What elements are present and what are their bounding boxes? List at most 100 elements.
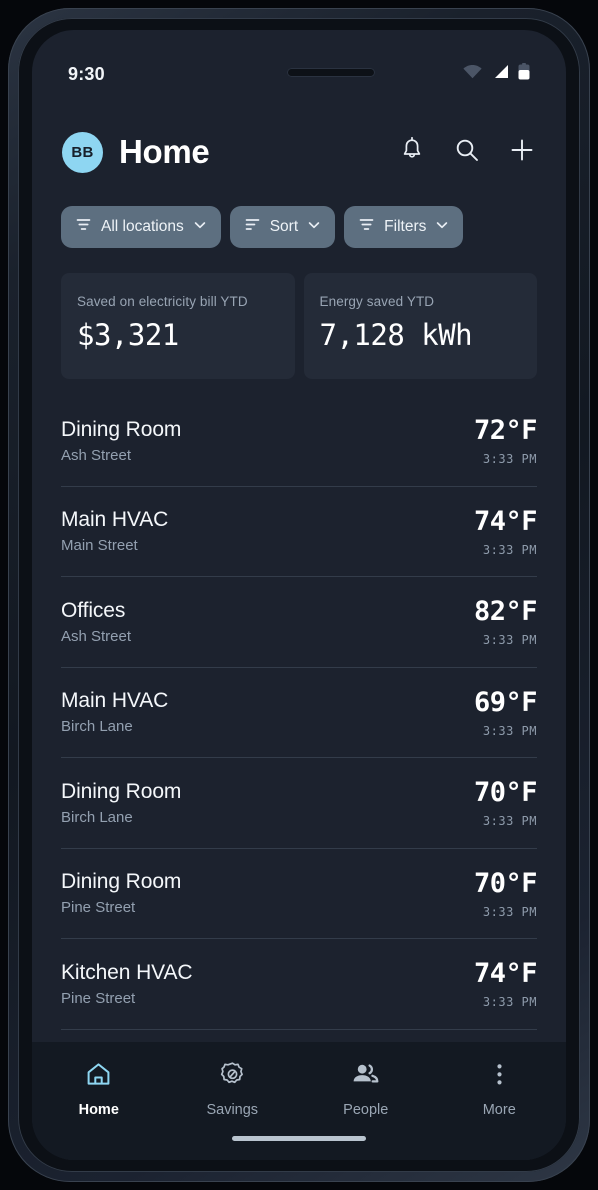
list-item-temperature: 74°F	[473, 958, 538, 990]
search-button[interactable]	[453, 138, 481, 166]
list-item-temperature: 69°F	[473, 686, 538, 718]
list-item[interactable]: Main HVAC Main Street 74°F 3:33 PM	[61, 487, 538, 577]
list-item-main: Offices Ash Street	[61, 599, 462, 645]
app-bar: BB Home	[32, 110, 566, 194]
list-item-temperature: 82°F	[473, 596, 538, 628]
avatar[interactable]: BB	[62, 131, 103, 173]
list-item-side: 69°F 3:33 PM	[462, 686, 538, 738]
notifications-icon	[400, 136, 424, 168]
list-item-temperature: 74°F	[473, 505, 538, 537]
list-item-title: Dining Room	[61, 417, 182, 441]
list-item-temperature: 70°F	[473, 777, 538, 809]
nav-item-savings-label: Savings	[206, 1102, 259, 1118]
more-vert-icon	[486, 1061, 513, 1093]
screenshot-root: 9:30 BB Home All locations Sort Filters …	[0, 0, 598, 1190]
list-item-temperature: 70°F	[473, 867, 538, 899]
list-item-location: Birch Lane	[61, 808, 133, 826]
chevron-down-icon	[435, 218, 449, 237]
stat-card-label: Saved on electricity bill YTD	[77, 294, 248, 309]
chevron-down-icon	[307, 218, 321, 237]
stat-card-row: Saved on electricity bill YTD $3,321 Ene…	[32, 273, 566, 379]
list-item[interactable]: Dining Room Birch Lane 70°F 3:33 PM	[61, 758, 538, 849]
list-item-main: Dining Room Pine Street	[61, 870, 462, 916]
chip-filters-label: Filters	[384, 218, 427, 235]
nav-item-more[interactable]: More	[433, 1061, 567, 1118]
list-item-timestamp: 3:33 PM	[482, 542, 537, 557]
sort-icon	[244, 216, 261, 238]
nav-item-home[interactable]: Home	[32, 1061, 166, 1118]
add-icon	[509, 137, 535, 168]
list-item-title: Dining Room	[61, 870, 182, 894]
nav-item-people[interactable]: People	[299, 1061, 433, 1118]
stat-card-value: 7,128 kWh	[319, 318, 473, 352]
list-item[interactable]: Main HVAC Birch Lane 69°F 3:33 PM	[61, 668, 538, 758]
stat-card-energy[interactable]: Energy saved YTD 7,128 kWh	[303, 273, 537, 379]
list-item-title: Main HVAC	[61, 508, 169, 532]
list-item-main: Main HVAC Birch Lane	[61, 689, 462, 735]
page-title: Home	[119, 133, 210, 170]
status-bar-time: 9:30	[68, 63, 105, 84]
list-item-timestamp: 3:33 PM	[482, 995, 537, 1010]
list-item-title: Kitchen HVAC	[61, 960, 193, 984]
people-icon	[351, 1061, 380, 1093]
add-button[interactable]	[508, 138, 536, 166]
stat-card-savings[interactable]: Saved on electricity bill YTD $3,321	[61, 273, 295, 379]
chip-sort-label: Sort	[269, 218, 299, 235]
eco-badge-icon	[219, 1061, 246, 1093]
app-bar-actions	[398, 136, 536, 168]
list-item-location: Birch Lane	[61, 718, 133, 736]
notifications-button[interactable]	[398, 136, 426, 168]
list-item-temperature: 72°F	[473, 415, 538, 447]
chip-all-locations[interactable]: All locations	[61, 206, 221, 248]
nav-item-savings[interactable]: Savings	[166, 1061, 300, 1118]
filter-icon	[75, 216, 92, 238]
list-item-side: 70°F 3:33 PM	[462, 777, 538, 829]
stat-card-label: Energy saved YTD	[319, 294, 435, 309]
list-item-location: Main Street	[61, 537, 138, 555]
bottom-navigation: Home Savings People More	[32, 1042, 566, 1160]
phone-screen: 9:30 BB Home All locations Sort Filters …	[32, 30, 566, 1160]
chip-filters[interactable]: Filters	[344, 206, 464, 248]
chevron-down-icon	[193, 218, 207, 237]
list-item-main: Main HVAC Main Street	[61, 508, 462, 554]
status-bar-icons	[463, 63, 530, 85]
list-item-location: Pine Street	[61, 899, 136, 917]
search-icon	[454, 137, 480, 168]
list-item[interactable]: Dining Room Ash Street 72°F 3:33 PM	[61, 396, 538, 487]
list-item[interactable]: Kitchen HVAC Pine Street 74°F 3:33 PM	[61, 939, 538, 1030]
list-item-side: 70°F 3:33 PM	[462, 867, 538, 919]
list-item-title: Main HVAC	[61, 689, 169, 713]
cellular-signal-icon	[491, 64, 509, 84]
list-item[interactable]: Offices Ash Street 82°F 3:33 PM	[61, 577, 538, 668]
chip-sort[interactable]: Sort	[229, 206, 336, 248]
list-item-side: 72°F 3:33 PM	[462, 415, 538, 467]
list-item[interactable]: Dining Room Pine Street 70°F 3:33 PM	[61, 849, 538, 939]
filter-chip-row: All locations Sort Filters	[32, 206, 566, 248]
stat-card-value: $3,321	[77, 318, 179, 352]
list-item-timestamp: 3:33 PM	[482, 452, 537, 467]
home-indicator[interactable]	[232, 1136, 366, 1141]
list-item-location: Ash Street	[61, 627, 132, 645]
list-item-title: Dining Room	[61, 779, 182, 803]
list-item-title: Offices	[61, 598, 126, 622]
chip-all-locations-label: All locations	[101, 218, 184, 235]
status-bar: 9:30	[32, 54, 566, 94]
list-item-timestamp: 3:33 PM	[482, 633, 537, 648]
home-icon	[85, 1061, 112, 1093]
list-item-location: Ash Street	[61, 446, 132, 464]
list-item-location: Pine Street	[61, 989, 136, 1007]
nav-item-people-label: People	[343, 1102, 389, 1118]
list-item-side: 74°F 3:33 PM	[462, 958, 538, 1010]
list-item-side: 82°F 3:33 PM	[462, 596, 538, 648]
battery-icon	[518, 63, 530, 85]
nav-item-more-label: More	[482, 1102, 516, 1118]
list-item-side: 74°F 3:33 PM	[462, 505, 538, 557]
wifi-icon	[463, 64, 482, 84]
nav-item-home-label: Home	[78, 1102, 119, 1118]
filter-icon	[358, 216, 375, 238]
list-item-timestamp: 3:33 PM	[482, 904, 537, 919]
list-item-timestamp: 3:33 PM	[482, 814, 537, 829]
list-item-main: Dining Room Ash Street	[61, 418, 462, 464]
device-list[interactable]: Dining Room Ash Street 72°F 3:33 PM Main…	[32, 396, 566, 1042]
list-item-main: Kitchen HVAC Pine Street	[61, 961, 462, 1007]
